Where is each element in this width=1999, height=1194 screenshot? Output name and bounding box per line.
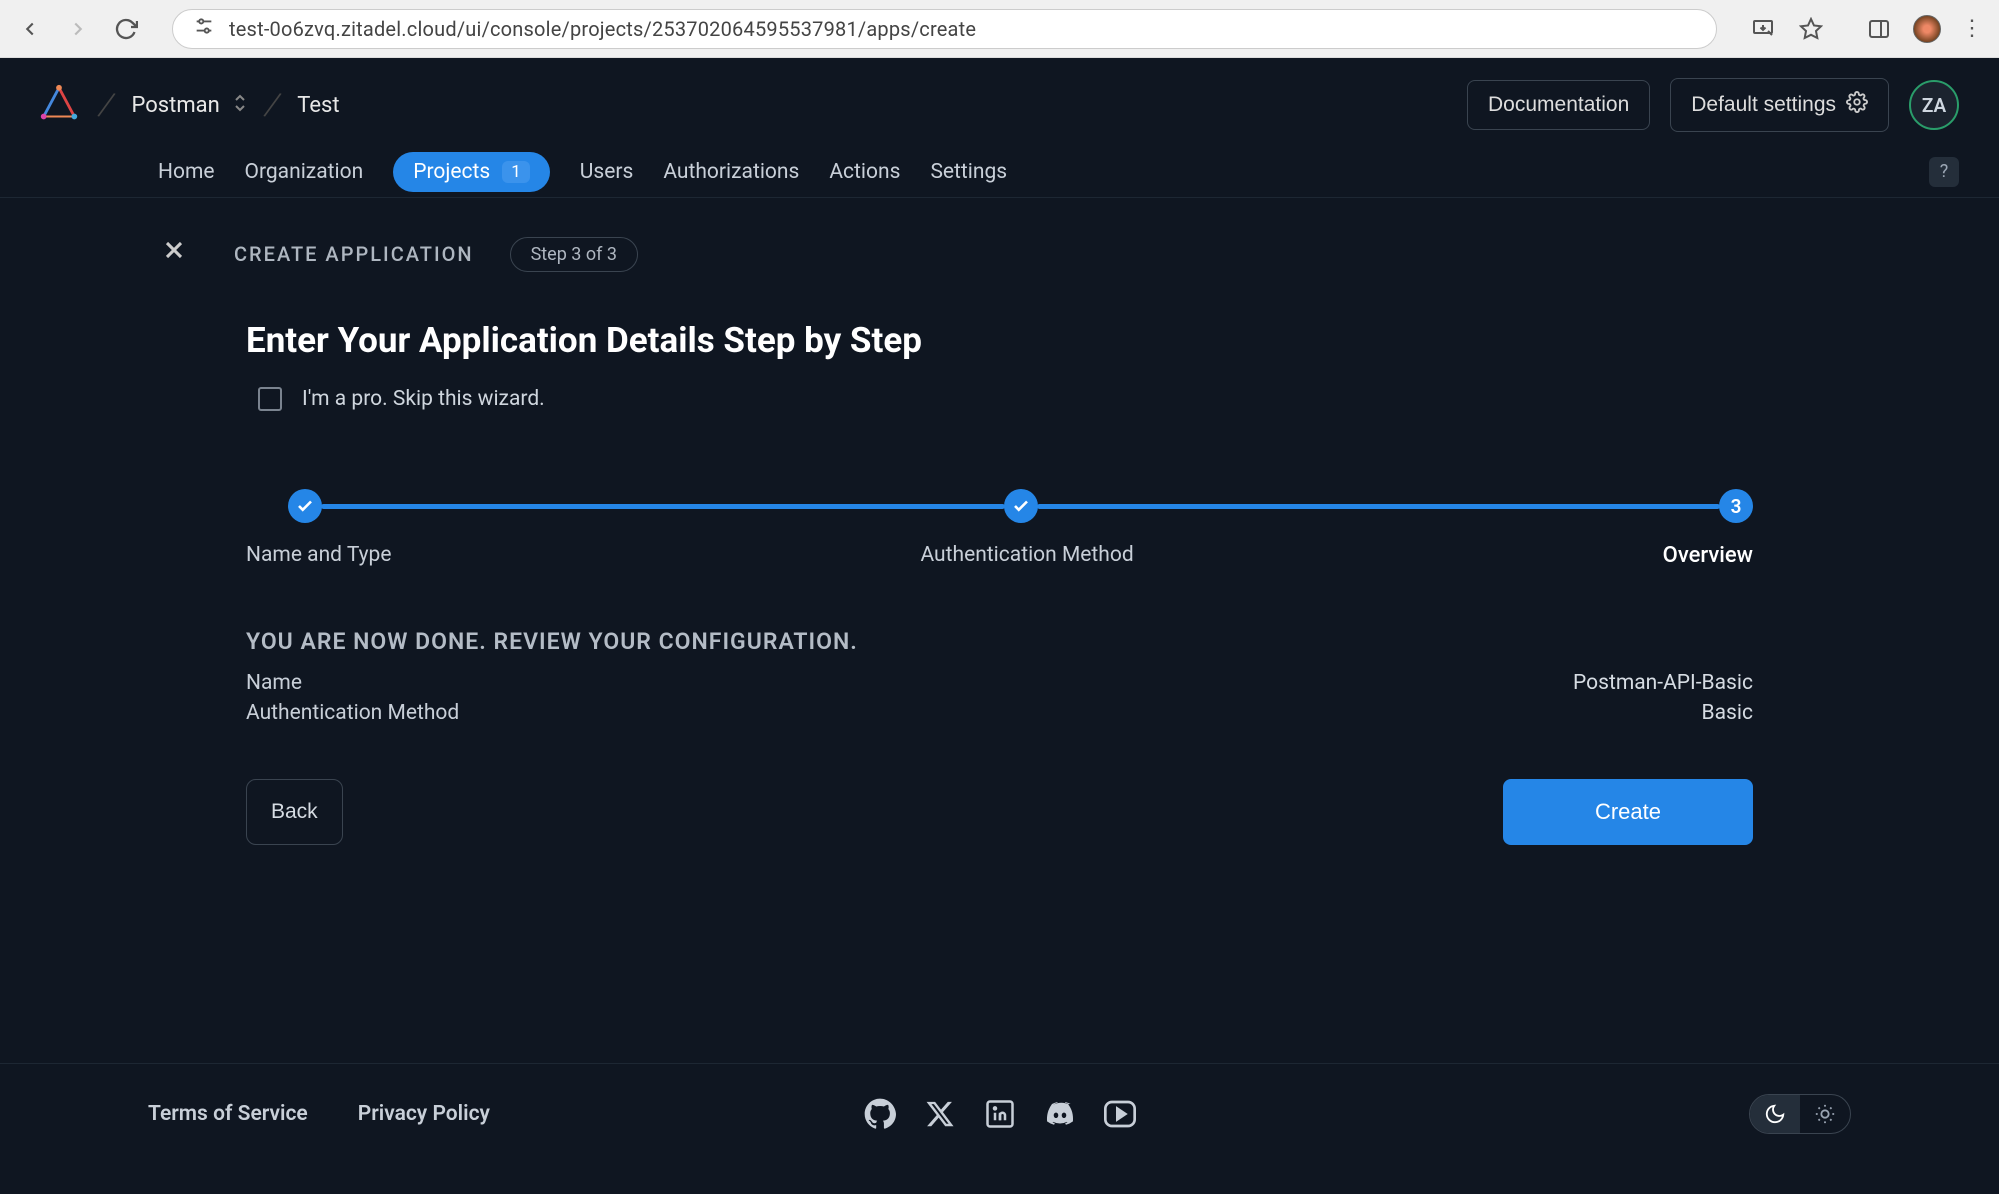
bookmark-star-icon[interactable] — [1797, 15, 1825, 43]
documentation-button[interactable]: Documentation — [1467, 80, 1650, 130]
theme-light-option[interactable] — [1800, 1095, 1850, 1133]
app-root: / Postman / Test Documentation Default s… — [0, 58, 1999, 1194]
footer: Terms of Service Privacy Policy — [0, 1063, 1999, 1134]
wizard-title: CREATE APPLICATION — [234, 242, 474, 266]
review-name-value: Postman-API-Basic — [1573, 671, 1753, 695]
site-settings-icon[interactable] — [193, 15, 215, 42]
step-1-label: Name and Type — [246, 543, 391, 568]
close-icon[interactable] — [160, 236, 188, 272]
chrome-profile-avatar[interactable] — [1913, 15, 1941, 43]
unfold-icon — [232, 92, 248, 119]
stepper: 3 — [288, 489, 1753, 523]
back-button[interactable]: Back — [246, 779, 343, 845]
review-row-auth: Authentication Method Basic — [246, 701, 1753, 725]
skip-wizard-checkbox[interactable] — [258, 387, 282, 411]
breadcrumb-separator-icon: / — [95, 84, 118, 126]
help-button[interactable]: ? — [1929, 157, 1959, 187]
nav-actions[interactable]: Actions — [829, 154, 900, 190]
topbar: / Postman / Test Documentation Default s… — [0, 58, 1999, 132]
default-settings-label: Default settings — [1691, 93, 1836, 117]
x-twitter-icon[interactable] — [924, 1098, 956, 1130]
wizard-heading: Enter Your Application Details Step by S… — [246, 320, 1753, 361]
nav-projects-label: Projects — [413, 160, 490, 184]
theme-toggle — [1749, 1094, 1851, 1134]
youtube-icon[interactable] — [1104, 1098, 1136, 1130]
step-line-2 — [1037, 504, 1721, 509]
footer-links: Terms of Service Privacy Policy — [148, 1102, 490, 1126]
step-3-dot[interactable]: 3 — [1719, 489, 1753, 523]
stepper-labels: Name and Type Authentication Method Over… — [246, 543, 1753, 568]
nav-organization[interactable]: Organization — [245, 154, 364, 190]
nav-authorizations[interactable]: Authorizations — [663, 154, 799, 190]
step-3-label: Overview — [1663, 543, 1753, 568]
wizard-main: Enter Your Application Details Step by S… — [0, 320, 1999, 845]
main-nav: Home Organization Projects 1 Users Autho… — [0, 146, 1999, 198]
step-line-1 — [321, 504, 1005, 509]
documentation-label: Documentation — [1488, 93, 1629, 117]
step-2-label: Authentication Method — [920, 543, 1133, 568]
review-row-name: Name Postman-API-Basic — [246, 671, 1753, 695]
chrome-menu-icon[interactable]: ⋮ — [1961, 16, 1983, 41]
nav-projects[interactable]: Projects 1 — [393, 152, 550, 192]
back-icon[interactable] — [16, 15, 44, 43]
skip-wizard-label: I'm a pro. Skip this wizard. — [302, 387, 545, 411]
default-settings-button[interactable]: Default settings — [1670, 78, 1889, 132]
review-name-label: Name — [246, 671, 302, 695]
footer-social — [864, 1098, 1136, 1130]
panel-icon[interactable] — [1865, 15, 1893, 43]
browser-chrome: test-0o6zvq.zitadel.cloud/ui/console/pro… — [0, 0, 1999, 58]
nav-users[interactable]: Users — [580, 154, 634, 190]
nav-settings[interactable]: Settings — [930, 154, 1007, 190]
footer-privacy-link[interactable]: Privacy Policy — [358, 1102, 490, 1126]
breadcrumb-org-label: Postman — [132, 93, 220, 118]
create-button[interactable]: Create — [1503, 779, 1753, 845]
discord-icon[interactable] — [1044, 1098, 1076, 1130]
footer-tos-link[interactable]: Terms of Service — [148, 1102, 308, 1126]
breadcrumb-project-label: Test — [297, 93, 339, 118]
zitadel-logo-icon[interactable] — [36, 82, 82, 128]
topbar-right: Documentation Default settings ZA — [1467, 78, 1959, 132]
breadcrumb-project[interactable]: Test — [297, 93, 339, 118]
step-3-num: 3 — [1731, 495, 1742, 518]
skip-wizard-row: I'm a pro. Skip this wizard. — [246, 387, 1753, 411]
review-auth-label: Authentication Method — [246, 701, 459, 725]
reload-icon[interactable] — [112, 15, 140, 43]
step-2-dot[interactable] — [1004, 489, 1038, 523]
step-1-dot[interactable] — [288, 489, 322, 523]
url-text: test-0o6zvq.zitadel.cloud/ui/console/pro… — [229, 17, 976, 41]
browser-nav-icons — [16, 15, 140, 43]
nav-home[interactable]: Home — [158, 154, 215, 190]
theme-dark-option[interactable] — [1750, 1095, 1800, 1133]
step-pill: Step 3 of 3 — [510, 237, 638, 272]
avatar-initials: ZA — [1922, 94, 1946, 117]
wizard-button-row: Back Create — [246, 779, 1753, 845]
linkedin-icon[interactable] — [984, 1098, 1016, 1130]
user-avatar[interactable]: ZA — [1909, 80, 1959, 130]
wizard-header: CREATE APPLICATION Step 3 of 3 — [0, 198, 1999, 272]
breadcrumb: / Postman / Test — [36, 82, 1467, 128]
create-button-label: Create — [1595, 799, 1661, 824]
install-app-icon[interactable] — [1749, 15, 1777, 43]
projects-count-badge: 1 — [502, 161, 530, 183]
address-bar[interactable]: test-0o6zvq.zitadel.cloud/ui/console/pro… — [172, 9, 1717, 49]
breadcrumb-separator-icon: / — [261, 84, 284, 126]
gear-icon — [1846, 91, 1868, 119]
chrome-right-icons: ⋮ — [1749, 15, 1983, 43]
review-title: YOU ARE NOW DONE. REVIEW YOUR CONFIGURAT… — [246, 628, 1753, 655]
review-auth-value: Basic — [1702, 701, 1753, 725]
forward-icon[interactable] — [64, 15, 92, 43]
back-button-label: Back — [271, 800, 318, 823]
breadcrumb-org[interactable]: Postman — [132, 92, 248, 119]
github-icon[interactable] — [864, 1098, 896, 1130]
